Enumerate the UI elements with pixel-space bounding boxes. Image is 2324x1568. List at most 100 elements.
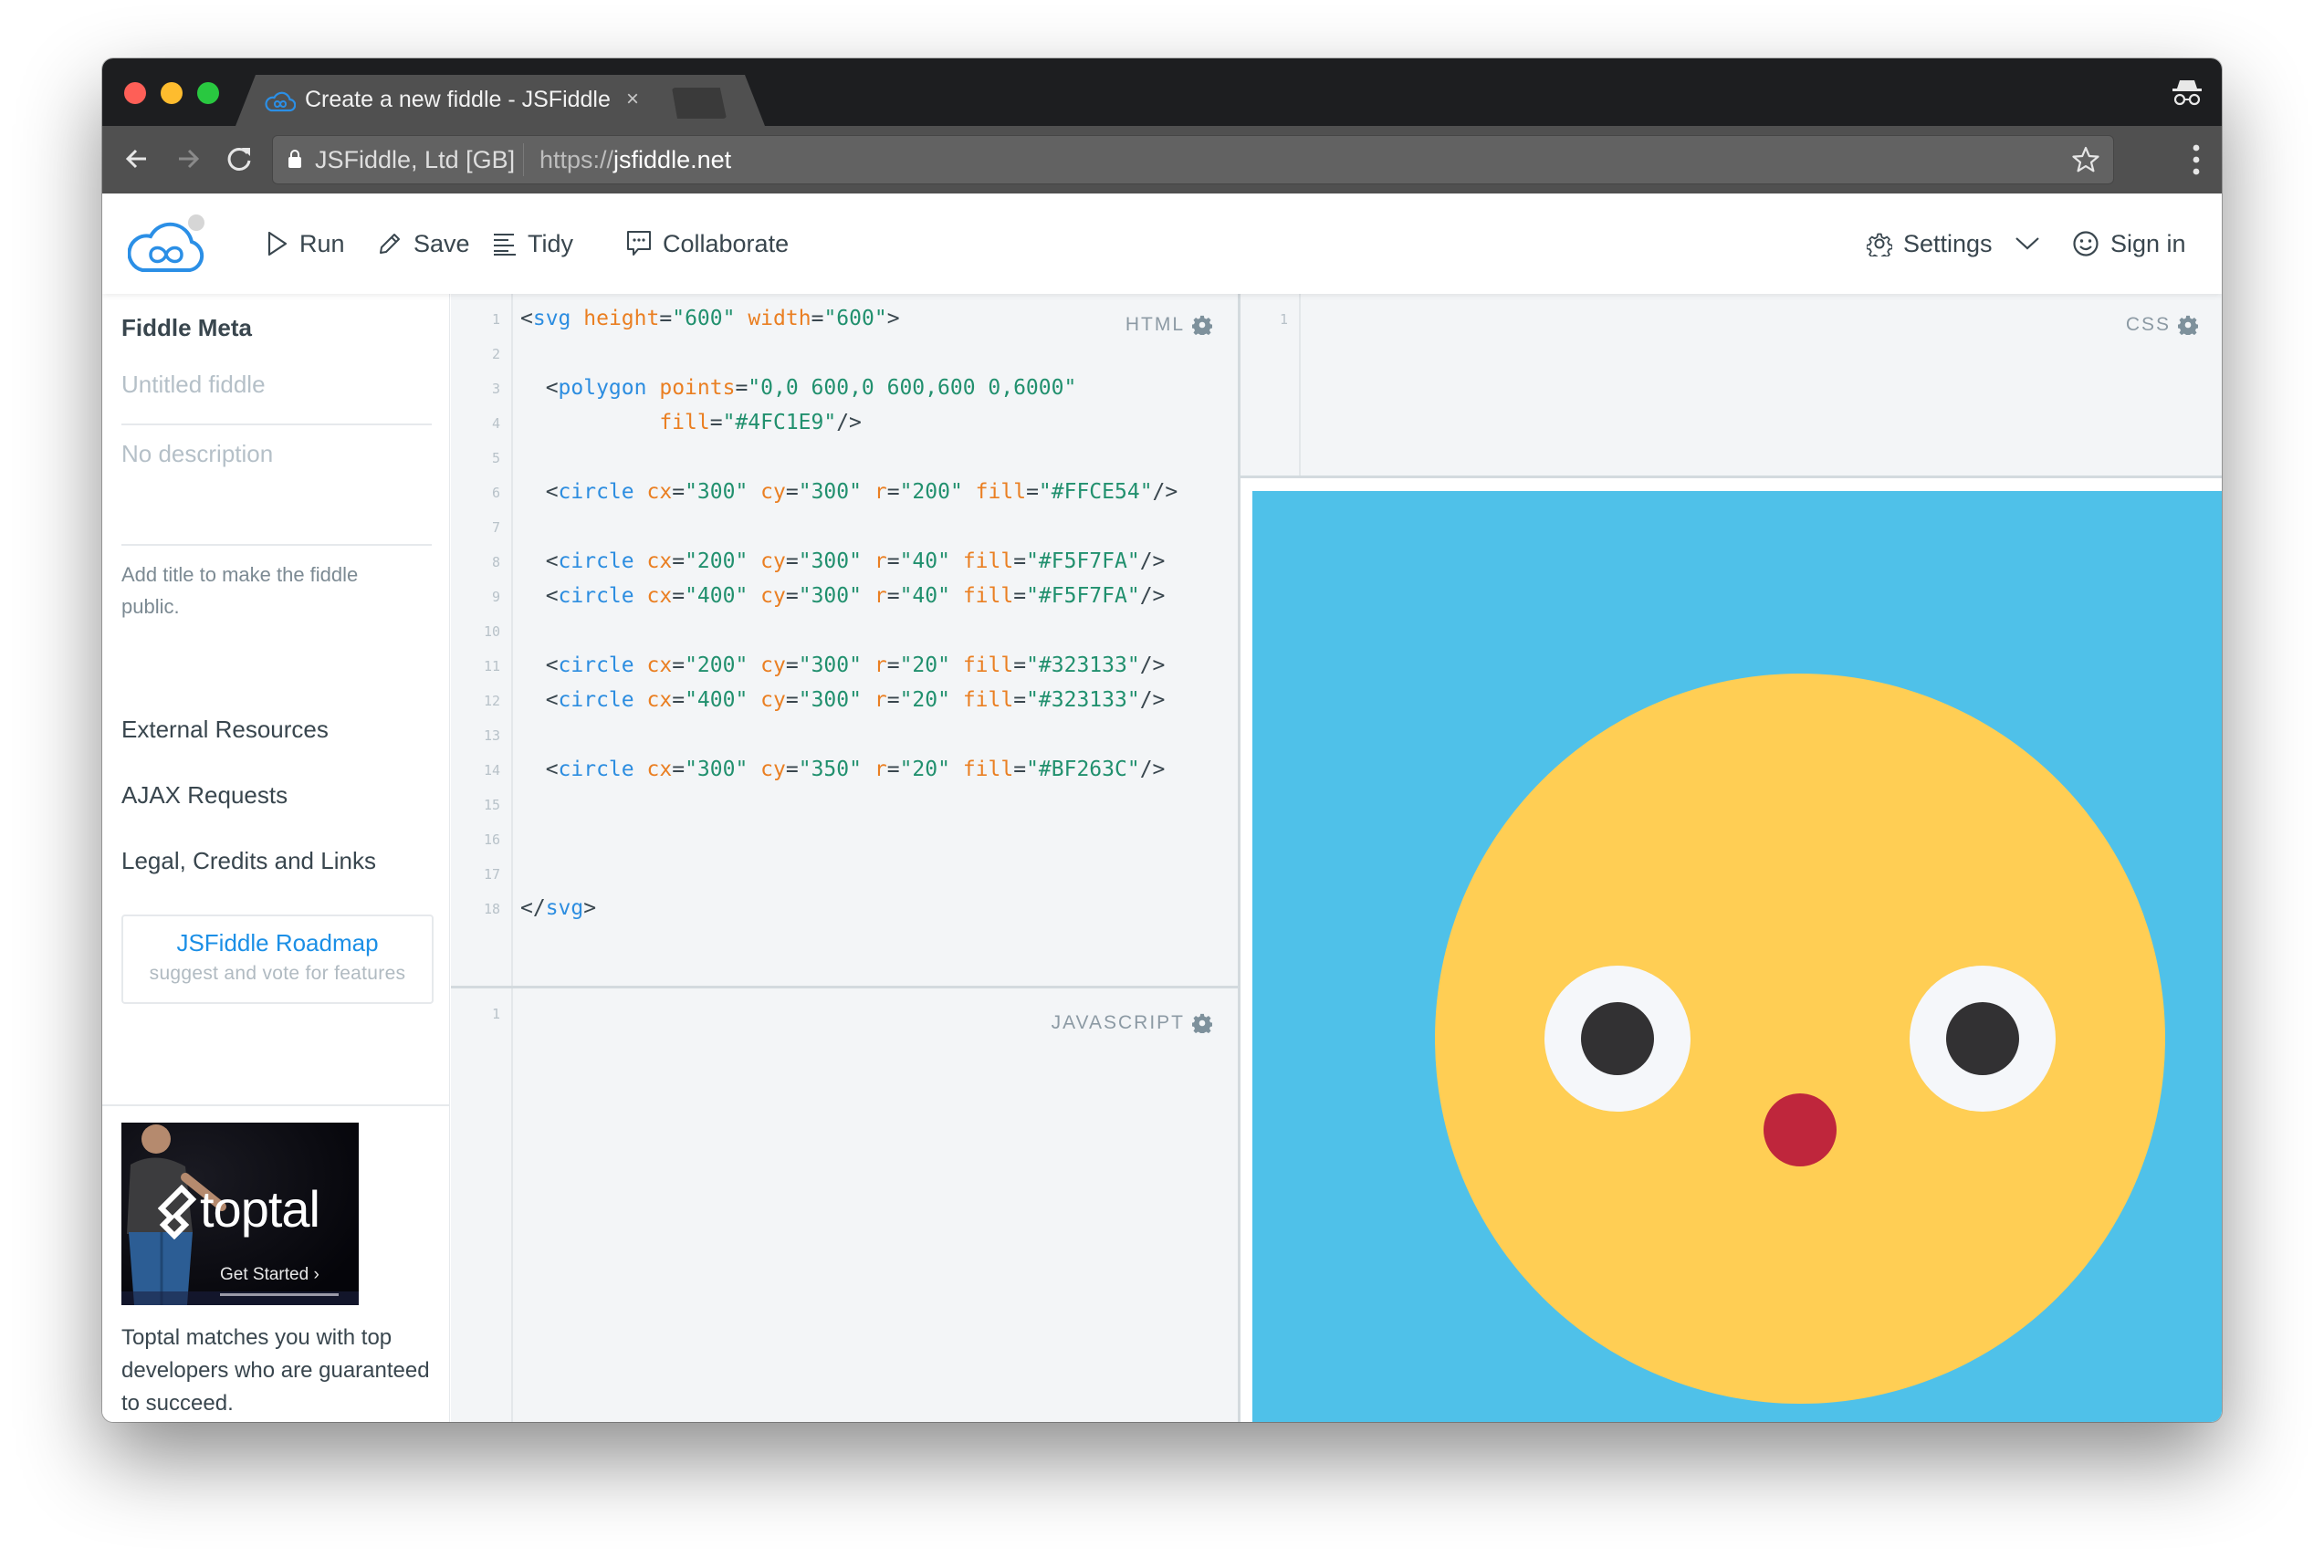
zoom-window-button[interactable] [197,82,219,104]
toptal-ad-image[interactable]: toptal Get Started › [121,1123,359,1305]
code-line[interactable] [520,717,1178,752]
url-scheme: https:// [539,146,614,173]
code-token-p: = [672,480,686,504]
css-result-resize-handle[interactable] [1241,476,2222,478]
ajax-requests-link[interactable]: AJAX Requests [121,781,288,810]
roadmap-button[interactable]: JSFiddle Roadmap suggest and vote for fe… [121,915,434,1004]
code-line[interactable]: fill="#4FC1E9"/> [520,405,1178,440]
kebab-menu-icon[interactable] [2193,144,2200,175]
code-token-p: = [1013,688,1027,712]
code-line[interactable]: <circle cx="200" cy="300" r="20" fill="#… [520,648,1178,683]
code-line[interactable]: <circle cx="200" cy="300" r="40" fill="#… [520,544,1178,579]
collaborate-button[interactable]: Collaborate [626,227,789,260]
javascript-settings-gear-icon[interactable] [1192,1013,1212,1033]
code-token-attr: fill [659,411,710,434]
sign-in-label: Sign in [2110,229,2186,257]
run-button[interactable]: Run [267,227,345,260]
code-line[interactable] [520,821,1178,856]
code-line[interactable]: <circle cx="300" cy="350" r="20" fill="#… [520,752,1178,787]
code-token-p: = [886,653,900,677]
ad-text[interactable]: Toptal matches you with top developers w… [121,1322,432,1420]
html-settings-gear-icon[interactable] [1192,315,1212,335]
code-token-str: "0,0 600,0 600,600 0,6000" [748,376,1077,400]
code-token-tag: svg [545,896,584,920]
code-token-p: /> [1152,480,1178,504]
code-line[interactable]: </svg> [520,891,1178,925]
code-token-tag: polygon [558,376,647,400]
javascript-editor-pane[interactable]: 1 JAVASCRIPT [451,988,1238,1422]
code-token-p: = [709,411,723,434]
code-token-p: /> [1139,758,1166,781]
code-line[interactable]: <circle cx="300" cy="300" r="200" fill="… [520,475,1178,509]
html-label-text: HTML [1125,314,1185,335]
code-line[interactable] [520,856,1178,891]
line-number: 16 [483,831,500,848]
back-arrow-icon[interactable] [119,141,155,177]
jsfiddle-logo[interactable] [128,212,210,277]
code-line[interactable] [520,440,1178,475]
code-token-p [950,549,963,573]
url-text[interactable]: https://jsfiddle.net [539,143,731,176]
incognito-icon[interactable] [2171,77,2204,108]
sign-in-button[interactable]: Sign in [2072,227,2186,260]
html-editor-pane[interactable]: 1 2 3 4 5 6 7 8 9 10 11 12 13 14 15 16 17 18 <svg height=… [451,294,1238,986]
save-button[interactable]: Save [377,227,470,260]
close-window-button[interactable] [124,82,146,104]
bookmark-star-icon[interactable] [2071,145,2100,174]
code-line[interactable] [520,509,1178,544]
code-token-attr: cx [646,584,673,608]
css-panel-label[interactable]: CSS [2126,314,2198,336]
html-code[interactable]: <svg height="600" width="600"> <polygon … [520,301,1178,925]
code-token-attr: cy [760,584,786,608]
settings-label: Settings [1903,229,1993,257]
code-token-tag: circle [558,584,634,608]
javascript-panel-label[interactable]: JAVASCRIPT [1052,1012,1212,1034]
legal-credits-links-link[interactable]: Legal, Credits and Links [121,847,376,875]
line-number: 8 [491,554,500,570]
code-token-p [862,584,874,608]
code-line[interactable] [520,613,1178,648]
code-token-attr: cy [760,653,786,677]
new-tab-button[interactable] [672,88,727,119]
code-token-p [862,653,874,677]
fiddle-description-input[interactable]: No description [121,440,432,546]
code-token-p: < [520,584,559,608]
code-line[interactable]: <circle cx="400" cy="300" r="20" fill="#… [520,683,1178,717]
code-line[interactable] [520,787,1178,821]
code-token-attr: cy [760,758,786,781]
code-token-p: < [520,480,559,504]
fiddle-title-input[interactable]: Untitled fiddle [121,371,432,425]
css-settings-gear-icon[interactable] [2178,315,2198,335]
html-panel-label[interactable]: HTML [1125,314,1212,336]
right-pupil-circle [1946,1002,2019,1075]
code-token-p: /> [836,411,862,434]
reload-icon[interactable] [221,141,257,177]
minimize-window-button[interactable] [161,82,183,104]
address-bar[interactable]: JSFiddle, Ltd [GB] https://jsfiddle.net [272,135,2114,184]
line-number: 1 [491,311,500,328]
tab-close-icon[interactable]: × [626,84,639,115]
result-preview[interactable] [1252,491,2222,1422]
code-token-p: = [672,758,686,781]
line-number: 15 [483,797,500,813]
code-line[interactable]: <polygon points="0,0 600,0 600,600 0,600… [520,371,1178,405]
external-resources-link[interactable]: External Resources [121,716,329,744]
code-token-attr: fill [962,584,1014,608]
code-token-attr: width [748,307,811,330]
code-token-attr: cx [646,549,673,573]
ev-certificate-label[interactable]: JSFiddle, Ltd [GB] [315,143,515,176]
ad-brand: toptal [200,1180,320,1238]
forward-arrow-icon[interactable] [170,141,206,177]
code-token-str: "#323133" [1026,688,1140,712]
code-line[interactable]: <circle cx="400" cy="300" r="40" fill="#… [520,579,1178,613]
css-editor-pane[interactable]: 1 CSS [1241,294,2222,476]
code-line[interactable] [520,336,1178,371]
gear-icon [1867,233,1892,256]
tidy-button[interactable]: Tidy [493,227,573,260]
mouth-circle [1764,1093,1837,1166]
code-token-p: < [520,307,533,330]
settings-button[interactable]: Settings [1867,227,2040,260]
code-token-attr: fill [962,549,1014,573]
code-line[interactable]: <svg height="600" width="600"> [520,301,1178,336]
code-token-str: "600" [672,307,736,330]
